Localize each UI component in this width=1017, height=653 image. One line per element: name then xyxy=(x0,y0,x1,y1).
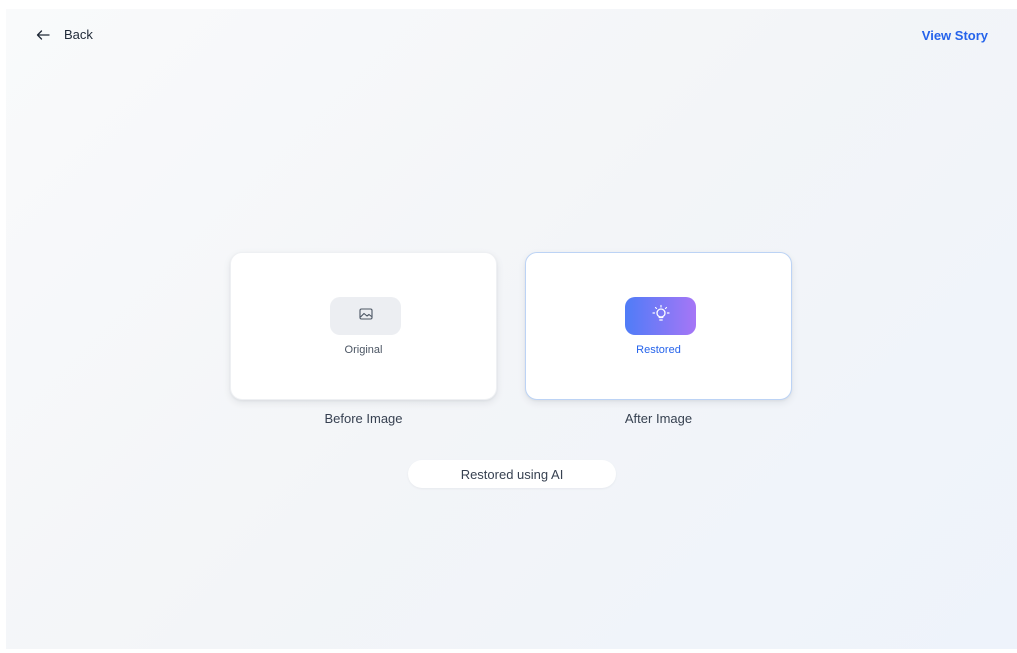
original-chip xyxy=(330,297,401,335)
before-image-caption: Before Image xyxy=(324,411,403,426)
original-label: Original xyxy=(344,344,383,356)
restored-using-ai-badge: Restored using AI xyxy=(408,460,616,488)
before-image-card[interactable]: Original xyxy=(230,252,497,400)
restored-chip xyxy=(625,297,696,335)
page-frame: Back View Story Original Restored Before… xyxy=(6,9,1017,649)
arrow-left-icon xyxy=(36,29,50,40)
view-story-link[interactable]: View Story xyxy=(922,28,988,43)
back-button[interactable]: Back xyxy=(36,27,93,42)
after-image-card[interactable]: Restored xyxy=(525,252,792,400)
after-image-caption: After Image xyxy=(624,411,693,426)
image-icon xyxy=(358,307,373,325)
restored-label: Restored xyxy=(636,344,681,356)
lightbulb-icon xyxy=(649,304,673,329)
back-label: Back xyxy=(64,27,93,42)
